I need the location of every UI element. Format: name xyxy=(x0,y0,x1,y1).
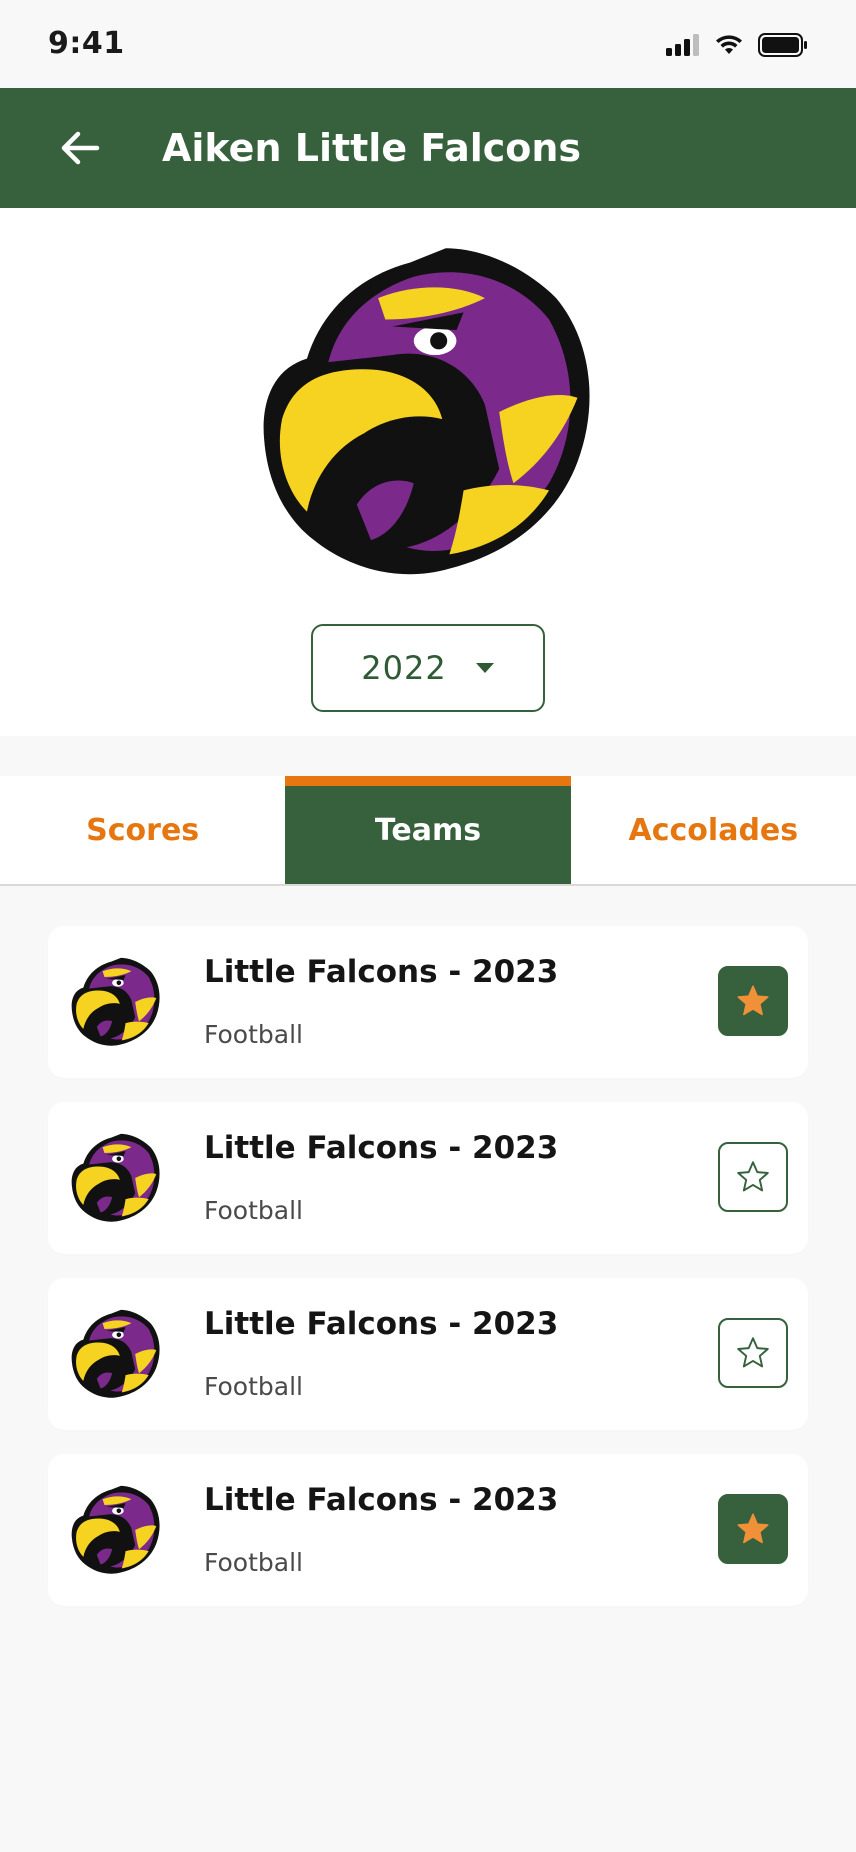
status-bar: 9:41 xyxy=(0,0,856,88)
year-select[interactable]: 2022 xyxy=(311,624,545,712)
team-sport: Football xyxy=(204,1020,303,1049)
team-hero: 2022 xyxy=(0,208,856,736)
star-outline-icon xyxy=(737,1161,769,1192)
team-logo xyxy=(71,1309,160,1398)
favorite-button[interactable] xyxy=(718,1318,788,1388)
team-logo xyxy=(71,1133,160,1222)
signal-icon xyxy=(666,34,699,56)
star-filled-icon xyxy=(737,1513,769,1544)
tab-accolades[interactable]: Accolades xyxy=(571,776,856,884)
status-icons xyxy=(666,30,808,60)
app-bar: Aiken Little Falcons xyxy=(0,88,856,208)
team-name: Little Falcons - 2023 xyxy=(204,1482,559,1518)
team-name: Little Falcons - 2023 xyxy=(204,954,559,990)
tab-teams[interactable]: Teams xyxy=(285,776,571,884)
caret-down-icon xyxy=(475,663,494,673)
team-logo xyxy=(71,1485,160,1574)
falcon-logo xyxy=(263,248,590,575)
favorite-button[interactable] xyxy=(718,1494,788,1564)
wifi-icon xyxy=(716,35,742,54)
star-filled-icon xyxy=(737,985,769,1016)
back-button[interactable] xyxy=(54,122,106,174)
star-outline-icon xyxy=(737,1337,769,1368)
tab-scores[interactable]: Scores xyxy=(0,776,285,884)
team-card[interactable]: Little Falcons - 2023 Football xyxy=(48,1454,808,1606)
page-title: Aiken Little Falcons xyxy=(162,126,582,170)
team-sport: Football xyxy=(204,1196,303,1225)
team-card[interactable]: Little Falcons - 2023 Football xyxy=(48,1278,808,1430)
status-time: 9:41 xyxy=(48,26,125,61)
team-sport: Football xyxy=(204,1548,303,1577)
team-name: Little Falcons - 2023 xyxy=(204,1306,559,1342)
team-list: Little Falcons - 2023 Football Little Fa… xyxy=(48,926,808,1630)
tab-bar: Scores Teams Accolades xyxy=(0,776,856,886)
team-card[interactable]: Little Falcons - 2023 Football xyxy=(48,1102,808,1254)
arrow-left-icon xyxy=(61,131,100,165)
team-sport: Football xyxy=(204,1372,303,1401)
favorite-button[interactable] xyxy=(718,1142,788,1212)
year-select-value: 2022 xyxy=(361,649,447,687)
battery-icon xyxy=(758,33,807,57)
team-card[interactable]: Little Falcons - 2023 Football xyxy=(48,926,808,1078)
team-logo xyxy=(71,957,160,1046)
favorite-button[interactable] xyxy=(718,966,788,1036)
team-name: Little Falcons - 2023 xyxy=(204,1130,559,1166)
